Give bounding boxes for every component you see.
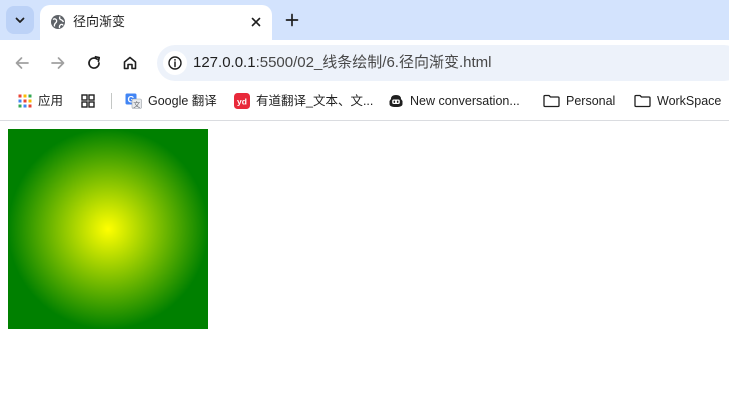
grid-four-squares-icon bbox=[81, 94, 95, 108]
address-bar[interactable]: 127.0.0.1:5500/02_线条绘制/6.径向渐变.html bbox=[157, 45, 729, 81]
tab-search-button[interactable] bbox=[6, 6, 34, 34]
url-path: :5500/02_线条绘制/6.径向渐变.html bbox=[255, 54, 492, 71]
browser-toolbar: 127.0.0.1:5500/02_线条绘制/6.径向渐变.html bbox=[0, 40, 729, 86]
bookmark-label: Personal bbox=[566, 94, 616, 108]
svg-text:yd: yd bbox=[237, 97, 247, 107]
bookmark-folder-workspace[interactable]: WorkSpace bbox=[634, 91, 721, 111]
site-info-button[interactable] bbox=[163, 51, 187, 75]
bookmark-folder-personal[interactable]: Personal bbox=[543, 91, 615, 111]
reload-icon bbox=[88, 55, 101, 69]
arrow-left-icon bbox=[15, 57, 29, 69]
plus-icon bbox=[285, 13, 299, 27]
chevron-down-icon bbox=[15, 17, 25, 23]
folder-icon bbox=[634, 94, 651, 108]
folder-icon bbox=[543, 94, 560, 108]
bookmarks-bar: 应用 G 文 Google 翻译 yd 有道翻译_文本、文... New con… bbox=[0, 86, 729, 116]
bookmark-google-translate[interactable]: G 文 Google 翻译 bbox=[125, 91, 217, 111]
info-icon bbox=[168, 56, 182, 70]
tab-title: 径向渐变 bbox=[73, 14, 126, 29]
close-icon bbox=[251, 17, 261, 27]
url-host: 127.0.0.1 bbox=[193, 54, 256, 71]
active-tab[interactable]: 径向渐变 bbox=[40, 5, 272, 40]
home-button[interactable] bbox=[118, 51, 142, 75]
reload-button[interactable] bbox=[82, 51, 106, 75]
svg-text:文: 文 bbox=[133, 100, 140, 109]
bookmark-label: WorkSpace bbox=[657, 94, 722, 108]
bookmark-label: 有道翻译_文本、文... bbox=[256, 94, 374, 108]
apps-grid-icon bbox=[18, 94, 32, 108]
bookmark-separator bbox=[111, 93, 112, 109]
bookmark-new-conversation[interactable]: New conversation... bbox=[388, 91, 520, 111]
bookmark-label: New conversation... bbox=[410, 94, 520, 108]
bookmark-label: 应用 bbox=[38, 94, 64, 108]
bookmark-apps[interactable]: 应用 bbox=[18, 91, 63, 111]
new-tab-button[interactable] bbox=[282, 10, 302, 30]
radial-gradient-canvas bbox=[8, 129, 208, 329]
home-icon bbox=[123, 56, 137, 70]
forward-button[interactable] bbox=[46, 51, 70, 75]
tab-strip: 径向渐变 bbox=[0, 0, 729, 40]
globe-icon bbox=[51, 15, 65, 29]
bookmark-youdao[interactable]: yd 有道翻译_文本、文... bbox=[234, 91, 373, 111]
page-content bbox=[0, 121, 729, 407]
back-button[interactable] bbox=[10, 51, 34, 75]
arrow-right-icon bbox=[51, 57, 65, 69]
youdao-icon: yd bbox=[234, 93, 250, 109]
tab-close-button[interactable] bbox=[246, 12, 266, 32]
url-text[interactable]: 127.0.0.1:5500/02_线条绘制/6.径向渐变.html bbox=[193, 54, 491, 72]
bookmark-grid[interactable] bbox=[81, 91, 95, 111]
bookmark-label: Google 翻译 bbox=[148, 94, 217, 108]
google-translate-icon: G 文 bbox=[125, 93, 142, 109]
copilot-icon bbox=[389, 95, 403, 107]
